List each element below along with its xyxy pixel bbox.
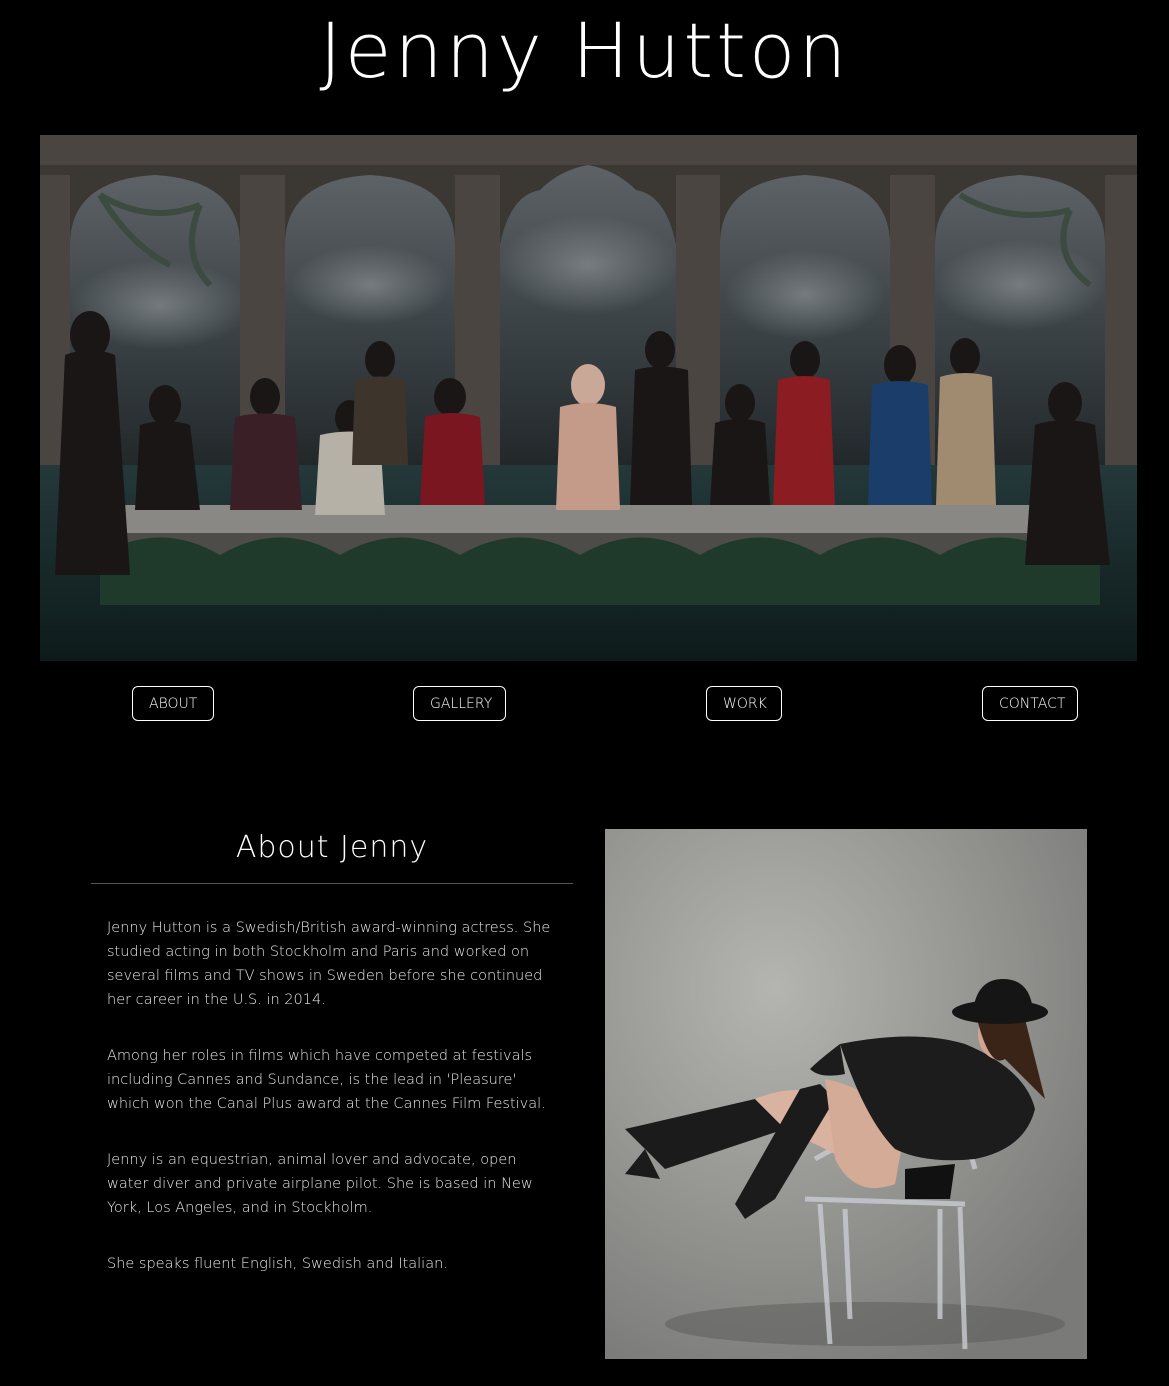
nav-about-button[interactable]: ABOUT — [132, 686, 214, 721]
about-paragraph: Jenny Hutton is a Swedish/British award-… — [107, 920, 551, 1008]
nav-contact-button[interactable]: CONTACT — [982, 686, 1078, 721]
hero-image — [40, 135, 1137, 661]
about-divider — [91, 883, 573, 884]
nav-work-button[interactable]: WORK — [706, 686, 782, 721]
about-paragraph: Jenny is an equestrian, animal lover and… — [107, 1152, 533, 1216]
about-heading: About Jenny — [235, 830, 429, 865]
about-paragraph: Among her roles in films which have comp… — [107, 1048, 546, 1112]
site-title: Jenny Hutton — [319, 6, 850, 95]
hero-illustration — [40, 135, 1137, 661]
nav-gallery-button[interactable]: GALLERY — [413, 686, 506, 721]
main-nav: ABOUT GALLERY WORK CONTACT — [0, 686, 1169, 723]
about-text: Jenny Hutton is a Swedish/British award-… — [107, 916, 559, 1308]
portrait-image — [605, 829, 1087, 1359]
about-paragraph: She speaks fluent English, Swedish and I… — [107, 1256, 448, 1272]
portrait-illustration — [605, 829, 1087, 1359]
page: Jenny Hutton ABOUT GALLERY WORK CONTACT … — [0, 0, 1169, 1386]
